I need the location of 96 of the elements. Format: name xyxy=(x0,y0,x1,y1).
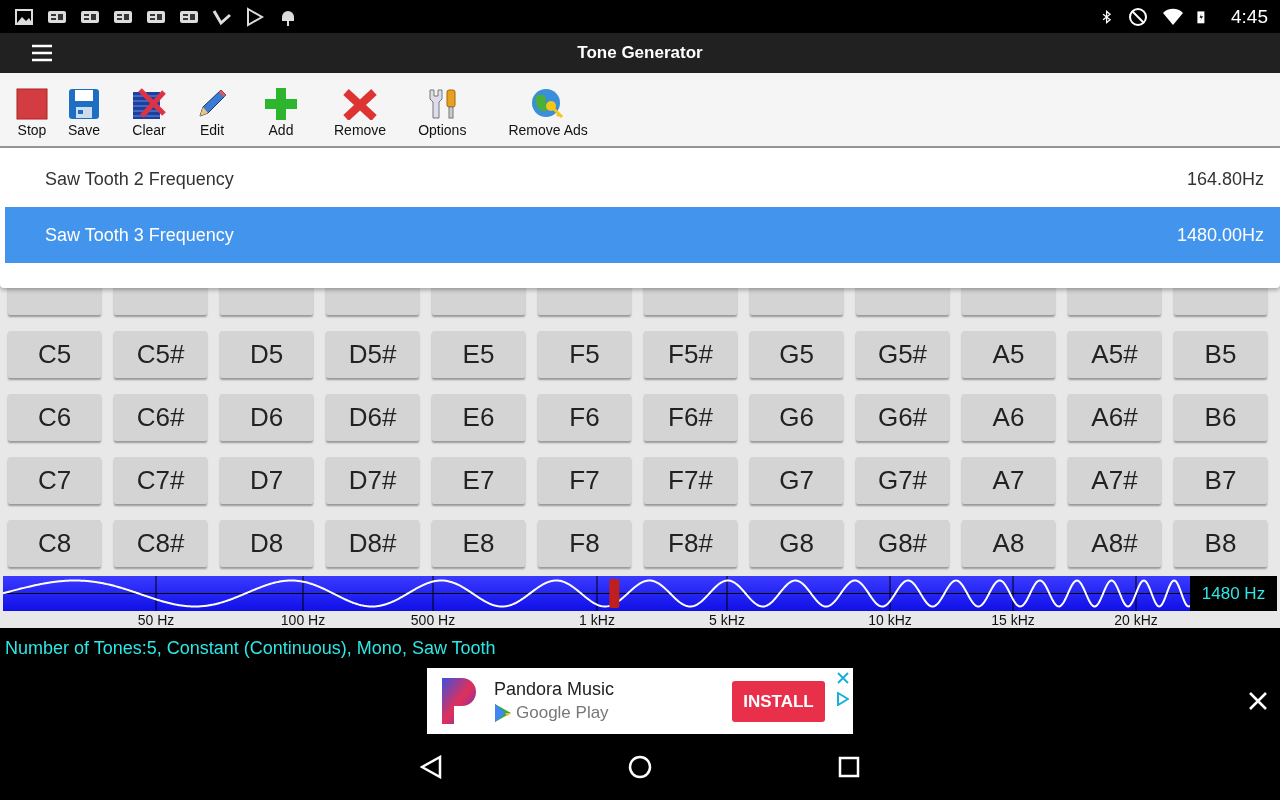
close-icon[interactable] xyxy=(1249,692,1267,710)
cross-icon xyxy=(343,88,378,120)
toolbar-button[interactable]: Save xyxy=(62,88,106,138)
toolbar-button[interactable]: Add xyxy=(258,88,304,138)
back-icon[interactable] xyxy=(420,755,442,779)
tone-frequency: 1480.00Hz xyxy=(1176,224,1264,246)
note-key[interactable]: C6 xyxy=(8,394,101,441)
note-key[interactable]: F5# xyxy=(644,331,737,378)
note-key[interactable]: G5# xyxy=(856,331,949,378)
frequency-readout: 1480 Hz xyxy=(1190,576,1277,611)
note-key[interactable]: A6# xyxy=(1068,394,1161,441)
play-store-icon xyxy=(245,6,265,27)
note-key[interactable]: C5# xyxy=(114,331,207,378)
wifi-icon xyxy=(1161,6,1183,27)
tone-name: Saw Tooth 3 Frequency xyxy=(45,224,234,246)
note-key[interactable]: F7# xyxy=(644,457,737,504)
note-key[interactable]: E8 xyxy=(432,520,525,567)
note-key[interactable]: B8 xyxy=(1174,520,1267,567)
toolbar-button[interactable]: Stop xyxy=(10,88,54,138)
clock-time: 4:45 xyxy=(1231,5,1268,28)
toolbar-button[interactable]: Remove xyxy=(328,88,393,138)
do-not-disturb-icon xyxy=(1128,6,1148,27)
ad-banner[interactable]: Pandora Music Google Play INSTALL xyxy=(427,668,853,734)
menu-icon[interactable] xyxy=(30,43,54,63)
note-key[interactable]: A8 xyxy=(962,520,1055,567)
note-key[interactable]: D8# xyxy=(326,520,419,567)
note-key[interactable]: D8 xyxy=(220,520,313,567)
note-key[interactable]: D5# xyxy=(326,331,419,378)
toolbar-button[interactable]: Options xyxy=(412,88,473,138)
ad-title: Pandora Music xyxy=(494,679,615,700)
note-key[interactable]: D7# xyxy=(326,457,419,504)
toolbar-button[interactable]: Remove Ads xyxy=(502,88,594,138)
app-title: Tone Generator xyxy=(577,43,703,63)
note-key[interactable]: A5# xyxy=(1068,331,1161,378)
ad-close-icon[interactable] xyxy=(837,672,849,684)
note-key[interactable]: E5 xyxy=(432,331,525,378)
scale-label: 15 kHz xyxy=(991,612,1035,628)
note-key[interactable]: B7 xyxy=(1174,457,1267,504)
tone-name: Saw Tooth 2 Frequency xyxy=(45,168,234,190)
note-key[interactable]: F7 xyxy=(538,457,631,504)
note-key[interactable]: F8# xyxy=(644,520,737,567)
scale-label: 1 kHz xyxy=(579,612,615,628)
note-key[interactable]: G8 xyxy=(750,520,843,567)
stop-square-icon xyxy=(16,88,48,120)
play-store-icon xyxy=(494,703,512,723)
ad-choices-icon[interactable] xyxy=(837,692,849,706)
scale-label: 500 Hz xyxy=(410,612,456,628)
note-key[interactable]: E6 xyxy=(432,394,525,441)
note-key[interactable]: E7 xyxy=(432,457,525,504)
note-key[interactable]: C8 xyxy=(8,520,101,567)
note-key[interactable]: C5 xyxy=(8,331,101,378)
note-key[interactable]: D5 xyxy=(220,331,313,378)
note-key[interactable]: D6 xyxy=(220,394,313,441)
note-key[interactable]: F8 xyxy=(538,520,631,567)
toolbar-button[interactable]: Edit xyxy=(190,88,234,138)
scale-label: 10 kHz xyxy=(868,612,912,628)
slider-thumb[interactable] xyxy=(609,579,620,608)
note-key[interactable]: B6 xyxy=(1174,394,1267,441)
note-key[interactable]: D7 xyxy=(220,457,313,504)
ad-store-name: Google Play xyxy=(516,703,609,723)
scale-label: 100 Hz xyxy=(280,612,326,628)
scale-label: 20 kHz xyxy=(1114,612,1158,628)
clear-list-icon xyxy=(132,88,166,120)
note-key[interactable]: G6# xyxy=(856,394,949,441)
image-icon xyxy=(14,6,34,27)
note-key[interactable]: A7# xyxy=(1068,457,1161,504)
note-key[interactable]: A6 xyxy=(962,394,1055,441)
recents-icon[interactable] xyxy=(838,756,860,778)
note-key[interactable]: G6 xyxy=(750,394,843,441)
toolbar-button[interactable]: Clear xyxy=(126,88,172,138)
note-key[interactable]: C8# xyxy=(114,520,207,567)
scale-label: 5 kHz xyxy=(709,612,745,628)
note-key[interactable]: B5 xyxy=(1174,331,1267,378)
note-key[interactable]: F6# xyxy=(644,394,737,441)
note-key[interactable]: C7 xyxy=(8,457,101,504)
note-key[interactable]: G7# xyxy=(856,457,949,504)
note-key[interactable]: C6# xyxy=(114,394,207,441)
note-key[interactable]: G7 xyxy=(750,457,843,504)
note-key[interactable]: G5 xyxy=(750,331,843,378)
tone-list-item[interactable]: Saw Tooth 2 Frequency 164.80Hz xyxy=(5,151,1280,207)
note-key[interactable]: G8# xyxy=(856,520,949,567)
note-key[interactable]: F6 xyxy=(538,394,631,441)
note-key[interactable]: A7 xyxy=(962,457,1055,504)
note-key[interactable]: D6# xyxy=(326,394,419,441)
scale-label: 50 Hz xyxy=(137,612,175,628)
note-key[interactable]: F5 xyxy=(538,331,631,378)
note-key[interactable]: A5 xyxy=(962,331,1055,378)
tone-frequency: 164.80Hz xyxy=(1186,168,1264,190)
note-key[interactable]: C7# xyxy=(114,457,207,504)
note-key[interactable]: A8# xyxy=(1068,520,1161,567)
plus-icon xyxy=(264,88,298,120)
tone-summary: Number of Tones:5, Constant (Continuous), Mono, Saw Tooth xyxy=(4,636,497,660)
home-icon[interactable] xyxy=(628,755,652,779)
pencil-icon xyxy=(196,88,228,120)
install-button[interactable]: INSTALL xyxy=(732,681,825,722)
globe-key-icon xyxy=(531,88,566,120)
